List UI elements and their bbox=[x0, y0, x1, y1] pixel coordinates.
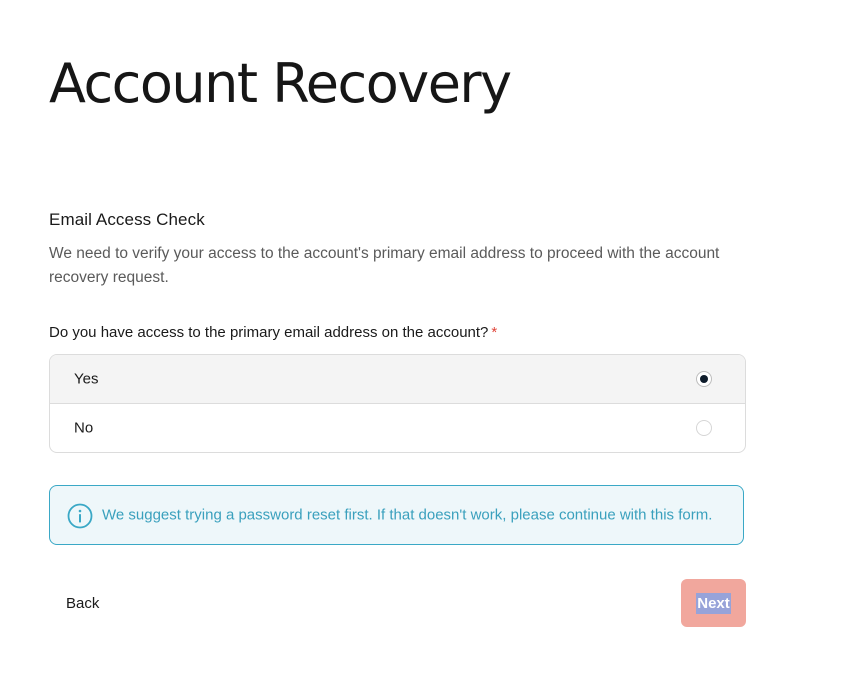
radio-button-no[interactable] bbox=[696, 420, 712, 436]
question-text: Do you have access to the primary email … bbox=[49, 324, 489, 341]
next-button-label: Next bbox=[696, 592, 731, 614]
radio-option-no[interactable]: No bbox=[50, 403, 745, 452]
back-button[interactable]: Back bbox=[49, 580, 116, 626]
info-alert-text: We suggest trying a password reset first… bbox=[102, 506, 713, 524]
section-description: We need to verify your access to the acc… bbox=[49, 245, 720, 286]
info-alert: We suggest trying a password reset first… bbox=[49, 485, 744, 545]
info-circle-icon bbox=[67, 503, 93, 529]
section-heading: Email Access Check bbox=[49, 210, 205, 229]
required-marker: * bbox=[491, 324, 498, 341]
radio-option-label: No bbox=[74, 419, 94, 437]
email-access-radio-group: Yes No bbox=[49, 354, 746, 453]
next-button[interactable]: Next bbox=[681, 579, 746, 627]
question-label: Do you have access to the primary email … bbox=[49, 324, 497, 341]
radio-button-yes[interactable] bbox=[696, 371, 712, 387]
radio-option-yes[interactable]: Yes bbox=[50, 355, 745, 403]
radio-option-label: Yes bbox=[74, 370, 99, 388]
page-title: Account Recovery bbox=[49, 52, 512, 115]
